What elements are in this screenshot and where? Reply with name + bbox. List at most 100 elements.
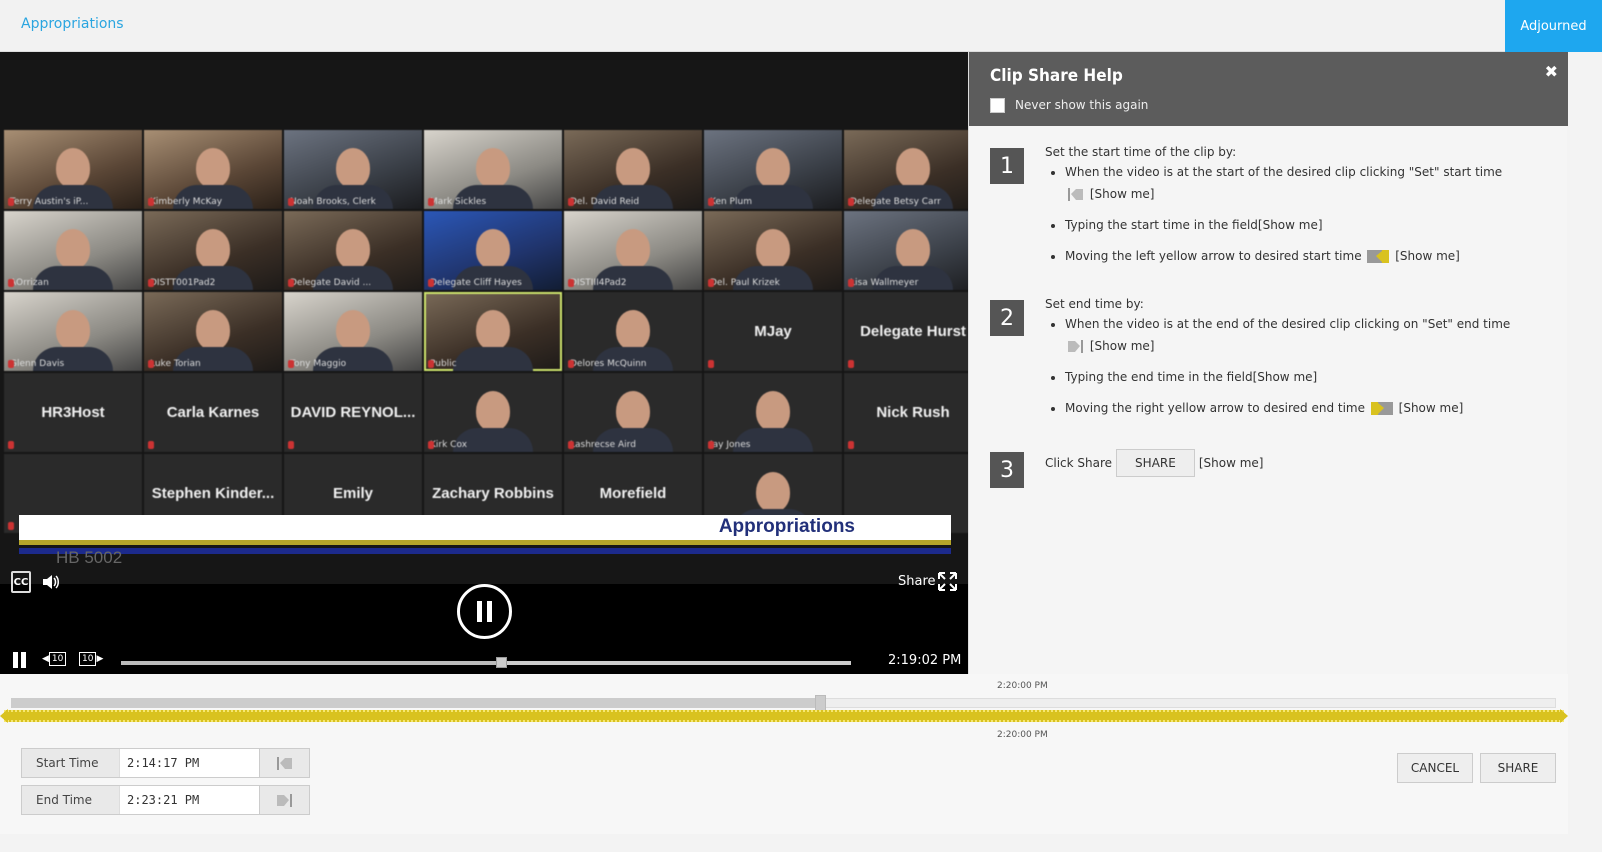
end-time-row: End Time 2:23:21 PM — [21, 785, 310, 815]
fullscreen-icon[interactable] — [938, 572, 957, 591]
muted-mic-icon — [148, 198, 154, 206]
banner-title: Appropriations — [718, 516, 855, 537]
participant-tile: Delegate David ... — [284, 211, 422, 290]
participant-name: Kimberly McKay — [150, 197, 223, 207]
participant-name: Lashrecse Aird — [570, 440, 636, 450]
participant-name: Terry Austin's iP... — [10, 197, 89, 207]
participant-name: Nick Rush — [876, 404, 950, 421]
show-me-link[interactable]: [Show me] — [1258, 218, 1323, 232]
participant-name: Delores McQuinn — [570, 359, 647, 369]
set-end-icon — [1068, 340, 1083, 353]
participant-face — [196, 148, 230, 188]
rewind-10-icon: 10 — [48, 652, 67, 666]
participant-name: DAVID REYNOL... — [290, 404, 416, 421]
participant-face — [196, 310, 230, 350]
pause-overlay-icon[interactable] — [457, 584, 512, 639]
set-end-button[interactable] — [259, 786, 309, 814]
pause-button[interactable] — [12, 652, 28, 668]
right-arrow-icon — [1370, 402, 1393, 415]
show-me-link[interactable]: [Show me] — [1199, 456, 1264, 470]
start-time-row: Start Time 2:14:17 PM — [21, 748, 310, 778]
muted-mic-icon — [568, 198, 574, 206]
help-share-button[interactable]: SHARE — [1116, 449, 1195, 477]
step-3-title: Click Share — [1045, 456, 1113, 470]
closed-caption-button[interactable]: CC — [11, 571, 31, 593]
end-time-label: End Time — [36, 793, 92, 807]
participant-name: Tony Maggio — [290, 359, 347, 369]
participant-tile: Terry Austin's iP... — [4, 130, 142, 209]
participant-name: Ken Plum — [710, 197, 752, 207]
participant-name: Delegate David ... — [290, 278, 372, 288]
step-text: Typing the end time in the field — [1065, 370, 1253, 384]
committee-title[interactable]: Appropriations — [21, 16, 124, 32]
left-arrow-icon — [1367, 250, 1390, 263]
muted-mic-icon — [8, 360, 14, 368]
participant-grid: Terry Austin's iP... Kimberly McKay Noah B… — [4, 130, 987, 533]
close-icon[interactable]: ✖ — [1545, 62, 1558, 81]
current-time: 2:19:02 PM — [888, 653, 962, 668]
never-show-checkbox[interactable] — [990, 98, 1005, 113]
muted-mic-icon — [428, 279, 434, 287]
seek-bar[interactable] — [121, 657, 851, 668]
muted-mic-icon — [8, 279, 14, 287]
participant-face — [756, 472, 790, 512]
participant-face — [476, 148, 510, 188]
muted-mic-icon — [848, 441, 854, 449]
start-time-label: Start Time — [36, 756, 99, 770]
muted-mic-icon — [288, 360, 294, 368]
participant-face — [476, 229, 510, 269]
participant-face — [616, 148, 650, 188]
list-item: When the video is at the start of the de… — [1065, 161, 1525, 205]
participant-face — [896, 229, 930, 269]
timeline-playhead[interactable] — [815, 695, 826, 711]
step-text: Moving the left yellow arrow to desired … — [1065, 249, 1362, 263]
muted-mic-icon — [708, 198, 714, 206]
participant-name: Del. David Reid — [570, 197, 640, 207]
participant-face — [756, 391, 790, 431]
participant-face — [476, 310, 510, 350]
end-handle-icon[interactable] — [1558, 709, 1568, 723]
share-button[interactable]: SHARE — [1480, 753, 1556, 783]
show-me-link[interactable]: [Show me] — [1253, 370, 1318, 384]
muted-mic-icon — [8, 198, 14, 206]
rewind-10-button[interactable]: ◀ 10 — [42, 652, 67, 667]
step-2-list: When the video is at the end of the desi… — [1065, 313, 1525, 428]
show-me-link[interactable]: [Show me] — [1090, 187, 1155, 201]
step-text: Typing the start time in the field — [1065, 218, 1258, 232]
share-button[interactable]: Share — [898, 574, 936, 589]
video-player[interactable]: Terry Austin's iP... Kimberly McKay Noah B… — [0, 52, 990, 690]
forward-10-button[interactable]: 10 ▶ — [79, 652, 103, 667]
cancel-button[interactable]: CANCEL — [1397, 753, 1473, 783]
participant-tile: Carla Karnes — [144, 373, 282, 452]
set-start-button[interactable] — [259, 749, 309, 777]
clip-timeline: 2:20:00 PM 2:20:00 PM Start Time 2:14:17… — [0, 674, 1568, 834]
participant-name: MJay — [754, 323, 792, 340]
start-handle-icon[interactable] — [0, 709, 10, 723]
participant-face — [336, 310, 370, 350]
end-time-input[interactable]: 2:23:21 PM — [119, 786, 259, 814]
participant-face — [756, 148, 790, 188]
step-3-badge: 3 — [990, 452, 1024, 488]
muted-mic-icon — [428, 360, 434, 368]
muted-mic-icon — [148, 279, 154, 287]
participant-tile: DISTIII4Pad2 — [564, 211, 702, 290]
clip-range-bar[interactable] — [0, 709, 1568, 723]
start-time-input[interactable]: 2:14:17 PM — [119, 749, 259, 777]
volume-icon[interactable] — [42, 574, 60, 590]
participant-tile: Tony Maggio — [284, 292, 422, 371]
bill-number: HB 5002 — [56, 548, 123, 567]
participant-tile: AOrrizan — [4, 211, 142, 290]
participant-face — [336, 229, 370, 269]
participant-face — [896, 148, 930, 188]
participant-tile: Luke Torian — [144, 292, 282, 371]
show-me-link[interactable]: [Show me] — [1399, 401, 1464, 415]
status-badge: Adjourned — [1505, 0, 1602, 52]
seek-handle[interactable] — [495, 657, 507, 668]
muted-mic-icon — [8, 522, 14, 530]
participant-face — [196, 229, 230, 269]
muted-mic-icon — [848, 360, 854, 368]
show-me-link[interactable]: [Show me] — [1090, 339, 1155, 353]
show-me-link[interactable]: [Show me] — [1395, 249, 1460, 263]
video-frame[interactable]: Terry Austin's iP... Kimberly McKay Noah B… — [0, 52, 990, 584]
muted-mic-icon — [708, 279, 714, 287]
